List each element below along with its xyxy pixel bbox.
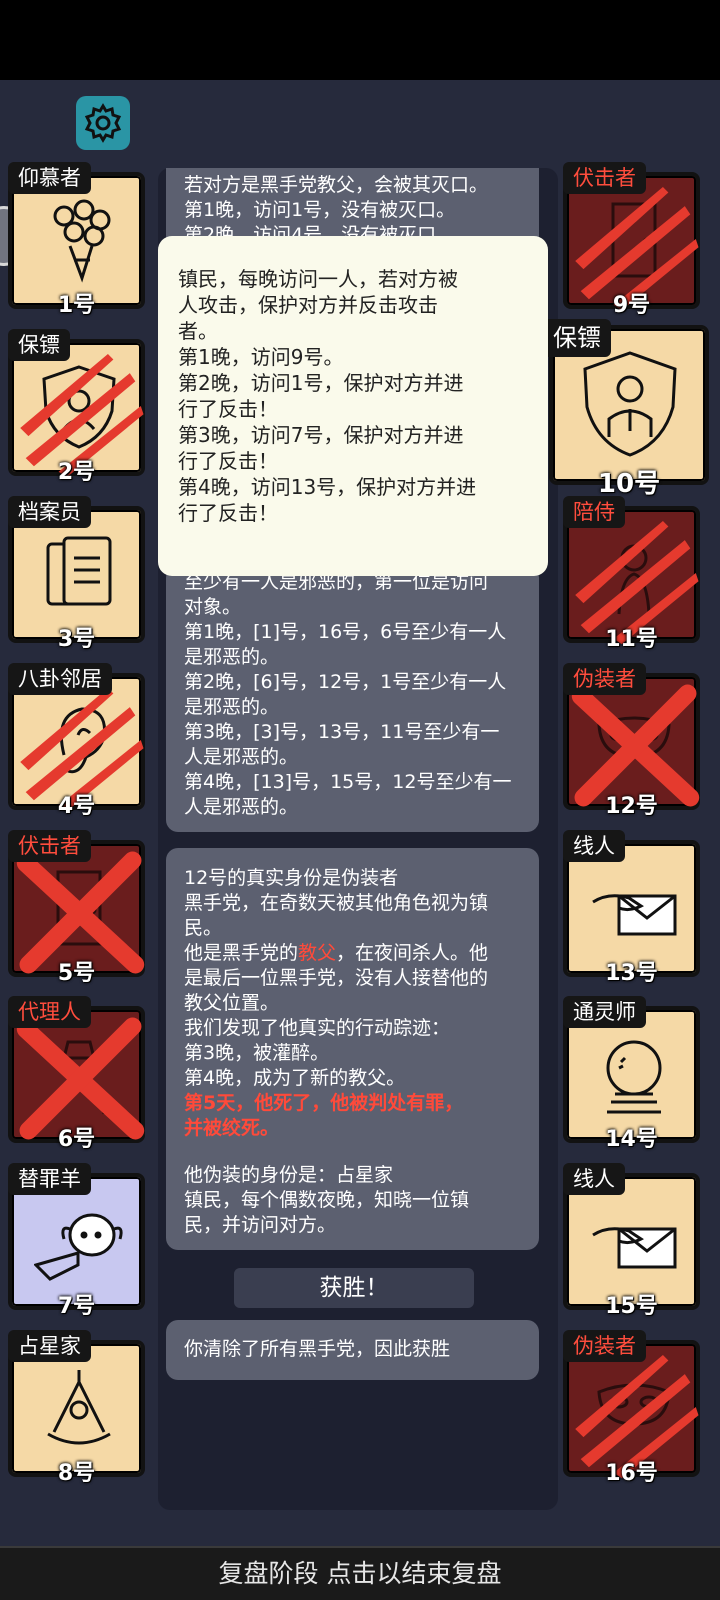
player-number: 8号 xyxy=(57,1461,96,1486)
status-bar xyxy=(0,0,720,80)
player-number: 5号 xyxy=(57,961,96,986)
crystal-ball-icon xyxy=(606,1040,662,1114)
log-line: 民，并访问对方。 xyxy=(184,1214,337,1236)
popup-line: 行了反击！ xyxy=(178,449,278,473)
end-review-bar[interactable]: 复盘阶段 点击以结束复盘 xyxy=(0,1546,720,1600)
role-label: 伪装者 xyxy=(563,1330,646,1362)
envelope-hand-icon xyxy=(592,1227,677,1269)
player-number: 10号 xyxy=(597,469,661,499)
log-line: 我们发现了他真实的行动踪迹： xyxy=(184,1017,451,1039)
settings-button[interactable] xyxy=(76,96,130,150)
popup-line: 人攻击，保护对方并反击攻击 xyxy=(178,293,438,317)
log-line: 镇民，每个偶数夜晚，知晓一位镇 xyxy=(184,1189,470,1211)
scapegoat-icon xyxy=(34,1213,123,1281)
role-label: 保镖 xyxy=(8,329,70,361)
shield-icon xyxy=(42,365,116,449)
victory-button[interactable]: 获胜！ xyxy=(234,1268,474,1308)
result-card: 你清除了所有黑手党，因此获胜 xyxy=(166,1320,539,1380)
player-number: 11号 xyxy=(605,627,658,652)
role-label: 代理人 xyxy=(8,996,91,1028)
log-line: 第4晚，成为了新的教父。 xyxy=(184,1067,406,1089)
popup-line: 第2晚，访问1号，保护对方并进 xyxy=(178,371,464,395)
role-label: 线人 xyxy=(563,830,625,862)
player-number: 9号 xyxy=(612,293,651,318)
log-line: 教父位置。 xyxy=(184,992,280,1014)
identity-reveal-card: 12号的真实身份是伪装者 黑手党，在奇数天被其他角色视为镇 民。 他是黑手党的教… xyxy=(166,848,539,1250)
bodyguard-shield-icon xyxy=(583,351,677,457)
role-label: 八卦邻居 xyxy=(8,663,112,695)
mask-icon xyxy=(597,716,671,759)
popup-line: 镇民，每晚访问一人，若对方被 xyxy=(178,267,458,291)
player-number: 2号 xyxy=(57,460,96,485)
log-line: 黑手党，在奇数天被其他角色视为镇 xyxy=(184,892,489,914)
log-line: 第1晚，[1]号，16号，6号至少有一人 xyxy=(184,621,507,643)
death-line: 并被绞死。 xyxy=(184,1117,280,1139)
log-line: 他伪装的身份是：占星家 xyxy=(184,1164,394,1186)
role-label: 占星家 xyxy=(8,1330,91,1362)
role-label: 伏击者 xyxy=(563,162,646,194)
role-label: 保镖 xyxy=(543,319,611,357)
log-line: 第3晚，[3]号，13号，11号至少有一 xyxy=(184,721,500,743)
log-line: 民。 xyxy=(184,917,223,939)
popup-line: 行了反击！ xyxy=(178,501,278,525)
log-line: 若对方是黑手党教父，会被其灭口。 xyxy=(184,174,489,196)
log-line: 对象。 xyxy=(184,596,242,618)
log-text: 他是黑手党的 xyxy=(184,942,299,964)
door-icon xyxy=(611,202,657,278)
player-number: 3号 xyxy=(57,627,96,652)
role-label: 线人 xyxy=(563,1163,625,1195)
ear-icon xyxy=(59,707,107,774)
death-line: 第5天，他死了，他被判处有罪， xyxy=(184,1092,464,1114)
popup-line: 第3晚，访问7号，保护对方并进 xyxy=(178,423,464,447)
player-number: 12号 xyxy=(605,794,658,819)
player-number: 16号 xyxy=(605,1461,658,1486)
bouquet-icon xyxy=(53,199,111,283)
log-line: 第4晚，[13]号，15号，12号至少有一 xyxy=(184,771,512,793)
role-label: 伪装者 xyxy=(563,663,646,695)
log-line: 第1晚，访问1号，没有被灭口。 xyxy=(184,199,456,221)
documents-icon xyxy=(46,536,112,606)
log-card-2: 至少有一人是邪恶的，第一位是访问 对象。 第1晚，[1]号，16号，6号至少有一… xyxy=(166,566,539,832)
log-line: 第3晚，被灌醉。 xyxy=(184,1042,330,1064)
log-line: 是邪恶的。 xyxy=(184,696,280,718)
popup-line: 第1晚，访问9号。 xyxy=(178,345,344,369)
popup-line: 行了反击！ xyxy=(178,397,278,421)
sextant-icon xyxy=(47,1370,111,1445)
envelope-hand-icon xyxy=(592,894,677,936)
log-line: 人是邪恶的。 xyxy=(184,796,299,818)
role-label: 伏击者 xyxy=(8,830,91,862)
mask-icon xyxy=(597,1383,671,1426)
player-number: 13号 xyxy=(605,961,658,986)
agent-icon xyxy=(52,1040,106,1115)
log-line: 是最后一位黑手党，没有人接替他的 xyxy=(184,967,489,989)
log-text: ，在夜间杀人。他 xyxy=(336,942,489,964)
role-label: 通灵师 xyxy=(563,996,646,1028)
escort-icon xyxy=(617,544,651,615)
player-number: 14号 xyxy=(605,1127,658,1152)
gear-icon xyxy=(84,103,122,143)
role-label: 陪侍 xyxy=(563,496,625,528)
result-text: 你清除了所有黑手党，因此获胜 xyxy=(184,1338,451,1360)
door-icon xyxy=(56,870,102,946)
player-number: 1号 xyxy=(57,293,96,318)
player-number: 15号 xyxy=(605,1294,658,1319)
role-detail-popup[interactable]: 镇民，每晚访问一人，若对方被 人攻击，保护对方并反击攻击 者。 第1晚，访问9号… xyxy=(158,236,548,576)
role-label: 替罪羊 xyxy=(8,1163,91,1195)
player-number: 4号 xyxy=(57,794,96,819)
log-line: 是邪恶的。 xyxy=(184,646,280,668)
log-line: 人是邪恶的。 xyxy=(184,746,299,768)
player-number: 6号 xyxy=(57,1127,96,1152)
reveal-title: 12号的真实身份是伪装者 xyxy=(184,867,399,889)
role-label: 仰慕者 xyxy=(8,162,91,194)
role-label: 档案员 xyxy=(8,496,91,528)
log-line: 他是黑手党的教父，在夜间杀人。他 xyxy=(184,941,521,966)
player-number: 7号 xyxy=(57,1294,96,1319)
godfather-highlight: 教父 xyxy=(298,942,337,964)
log-line: 第2晚，[6]号，12号，1号至少有一人 xyxy=(184,671,507,693)
popup-line: 者。 xyxy=(178,319,218,343)
popup-line: 第4晚，访问13号，保护对方并进 xyxy=(178,475,477,499)
